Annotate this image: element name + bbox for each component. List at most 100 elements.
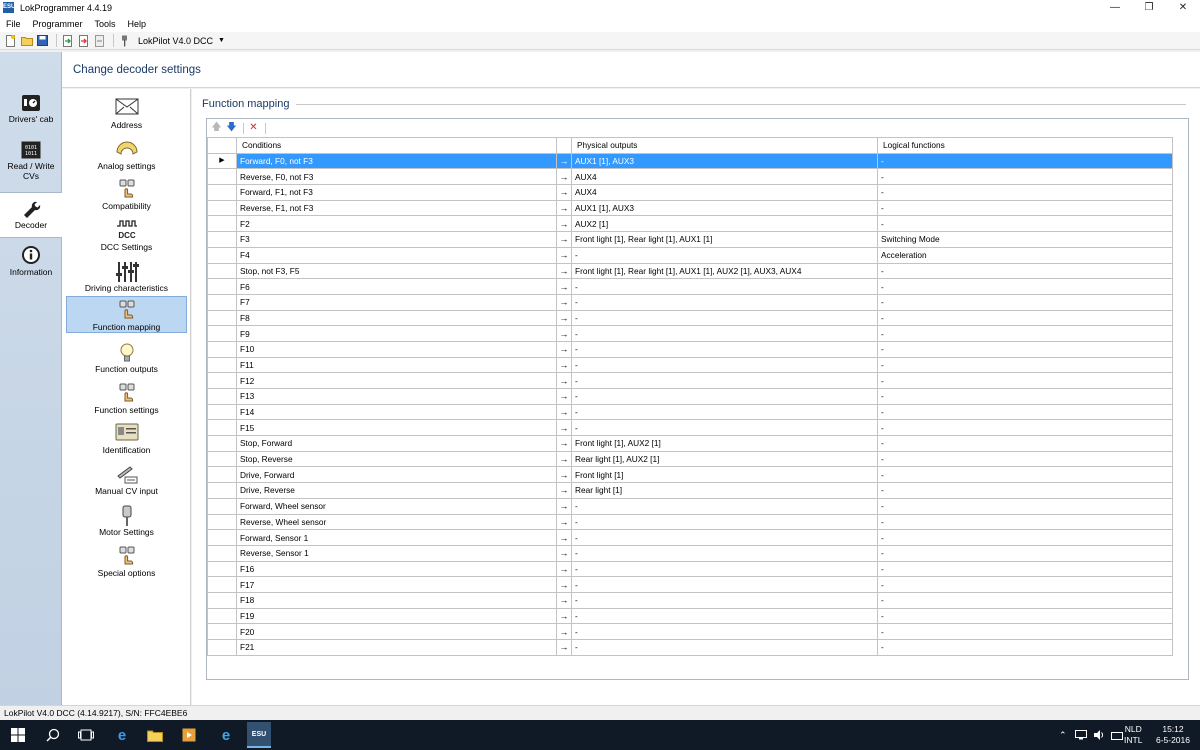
row-header[interactable] [207,450,237,468]
cell-conditions[interactable]: F20 [236,623,557,640]
settings-item-driving-characteristics[interactable]: Driving characteristics [66,258,187,295]
row-header[interactable] [207,576,237,593]
row-header[interactable] [207,419,237,437]
row-header[interactable] [207,591,237,609]
cell-logical-functions[interactable]: - [877,544,1173,562]
move-up-button[interactable]: 🡅 [210,121,223,135]
cell-logical-functions[interactable]: - [877,152,1173,170]
row-header[interactable]: ▶ [207,152,237,170]
row-header[interactable] [207,356,237,374]
cell-logical-functions[interactable]: - [877,623,1173,640]
settings-item-function-outputs[interactable]: Function outputs [66,339,187,376]
table-row[interactable]: F2 → AUX2 [1] - [207,215,1173,233]
cell-conditions[interactable]: F17 [236,576,557,593]
cell-physical-outputs[interactable]: - [571,529,878,546]
cell-conditions[interactable]: F4 [236,246,557,264]
column-header-physical-outputs[interactable]: Physical outputs [571,137,878,154]
cell-physical-outputs[interactable]: - [571,403,878,421]
cell-logical-functions[interactable]: - [877,309,1173,327]
row-header[interactable] [207,466,237,484]
row-header[interactable] [207,544,237,562]
language-indicator[interactable]: NLD INTL [1124,724,1142,746]
cell-physical-outputs[interactable]: Front light [1] [571,466,878,484]
cell-conditions[interactable]: F3 [236,231,557,248]
settings-item-dcc-settings[interactable]: DCC DCC Settings [66,217,187,254]
import-button[interactable] [61,34,74,47]
cell-physical-outputs[interactable]: Rear light [1], AUX2 [1] [571,450,878,468]
cell-physical-outputs[interactable]: AUX2 [1] [571,215,878,233]
settings-item-address[interactable]: Address [66,95,187,132]
cell-logical-functions[interactable]: - [877,168,1173,186]
settings-item-identification[interactable]: Identification [66,420,187,457]
cell-conditions[interactable]: F7 [236,293,557,311]
table-row[interactable]: Drive, Reverse → Rear light [1] - [207,482,1173,499]
cell-logical-functions[interactable]: - [877,497,1173,515]
cell-conditions[interactable]: Reverse, F1, not F3 [236,199,557,217]
table-row[interactable]: Reverse, F1, not F3 → AUX1 [1], AUX3- [207,199,1173,217]
cell-logical-functions[interactable]: - [877,388,1173,405]
task-view-button[interactable] [77,726,95,744]
cell-logical-functions[interactable]: - [877,576,1173,593]
start-button[interactable] [9,726,27,744]
table-row[interactable]: F8 → - - [207,309,1173,327]
cell-physical-outputs[interactable]: AUX4 [571,184,878,201]
cell-physical-outputs[interactable]: - [571,560,878,578]
cell-conditions[interactable]: F2 [236,215,557,233]
cell-conditions[interactable]: F9 [236,325,557,342]
nav-drivers-cab[interactable]: Drivers' cab [0,94,62,134]
cell-physical-outputs[interactable]: - [571,293,878,311]
cell-logical-functions[interactable]: - [877,262,1173,280]
table-row[interactable]: F10 → - - [207,340,1173,358]
table-row[interactable]: F14 → - - [207,403,1173,421]
cell-conditions[interactable]: F10 [236,340,557,358]
move-down-button[interactable]: 🡇 [225,121,238,135]
maximize-button[interactable]: ❐ [1132,0,1166,15]
cell-physical-outputs[interactable]: AUX4 [571,168,878,186]
cell-physical-outputs[interactable]: - [571,340,878,358]
cell-logical-functions[interactable]: - [877,639,1173,656]
speaker-icon[interactable] [1093,730,1105,740]
cell-physical-outputs[interactable]: - [571,388,878,405]
table-row[interactable]: F17 → - - [207,576,1173,593]
cell-conditions[interactable]: Stop, not F3, F5 [236,262,557,280]
cell-physical-outputs[interactable]: - [571,246,878,264]
row-header[interactable] [207,497,237,515]
nav-information[interactable]: Information [0,245,62,285]
cell-conditions[interactable]: F15 [236,419,557,437]
minimize-button[interactable]: — [1098,0,1132,15]
row-header[interactable] [207,639,237,656]
row-header[interactable] [207,168,237,186]
menu-programmer[interactable]: Programmer [33,19,83,29]
cell-logical-functions[interactable]: - [877,325,1173,342]
cell-logical-functions[interactable]: - [877,278,1173,295]
network-icon[interactable] [1074,730,1087,740]
row-header[interactable] [207,560,237,578]
row-header[interactable] [207,231,237,248]
cell-logical-functions[interactable]: - [877,435,1173,452]
table-row[interactable]: Drive, Forward → Front light [1] - [207,466,1173,484]
table-row[interactable]: Stop, not F3, F5 → Front light [1], Rear l… [207,262,1173,280]
cell-physical-outputs[interactable]: - [571,576,878,593]
cell-logical-functions[interactable]: - [877,199,1173,217]
cell-conditions[interactable]: Reverse, F0, not F3 [236,168,557,186]
write-button[interactable] [93,34,106,47]
table-row[interactable]: F20 → - - [207,623,1173,640]
ie-taskbar-button[interactable]: e [217,726,235,744]
cell-conditions[interactable]: F13 [236,388,557,405]
search-button[interactable] [44,726,62,744]
column-header-logical-functions[interactable]: Logical functions [877,137,1173,154]
table-row[interactable]: F12 → - - [207,372,1173,389]
cell-conditions[interactable]: F6 [236,278,557,295]
cell-conditions[interactable]: F12 [236,372,557,389]
cell-logical-functions[interactable]: - [877,293,1173,311]
cell-logical-functions[interactable]: - [877,184,1173,201]
row-header[interactable] [207,325,237,342]
table-row[interactable]: Reverse, F0, not F3 → AUX4- [207,168,1173,186]
cell-logical-functions[interactable]: - [877,356,1173,374]
cell-physical-outputs[interactable]: Front light [1], Rear light [1], AUX1 [1… [571,262,878,280]
menu-file[interactable]: File [6,19,21,29]
cell-physical-outputs[interactable]: AUX1 [1], AUX3 [571,199,878,217]
table-row[interactable]: F3 → Front light [1], Rear light [1], AUX1… [207,231,1173,248]
cell-logical-functions[interactable]: - [877,591,1173,609]
cell-logical-functions[interactable]: - [877,450,1173,468]
